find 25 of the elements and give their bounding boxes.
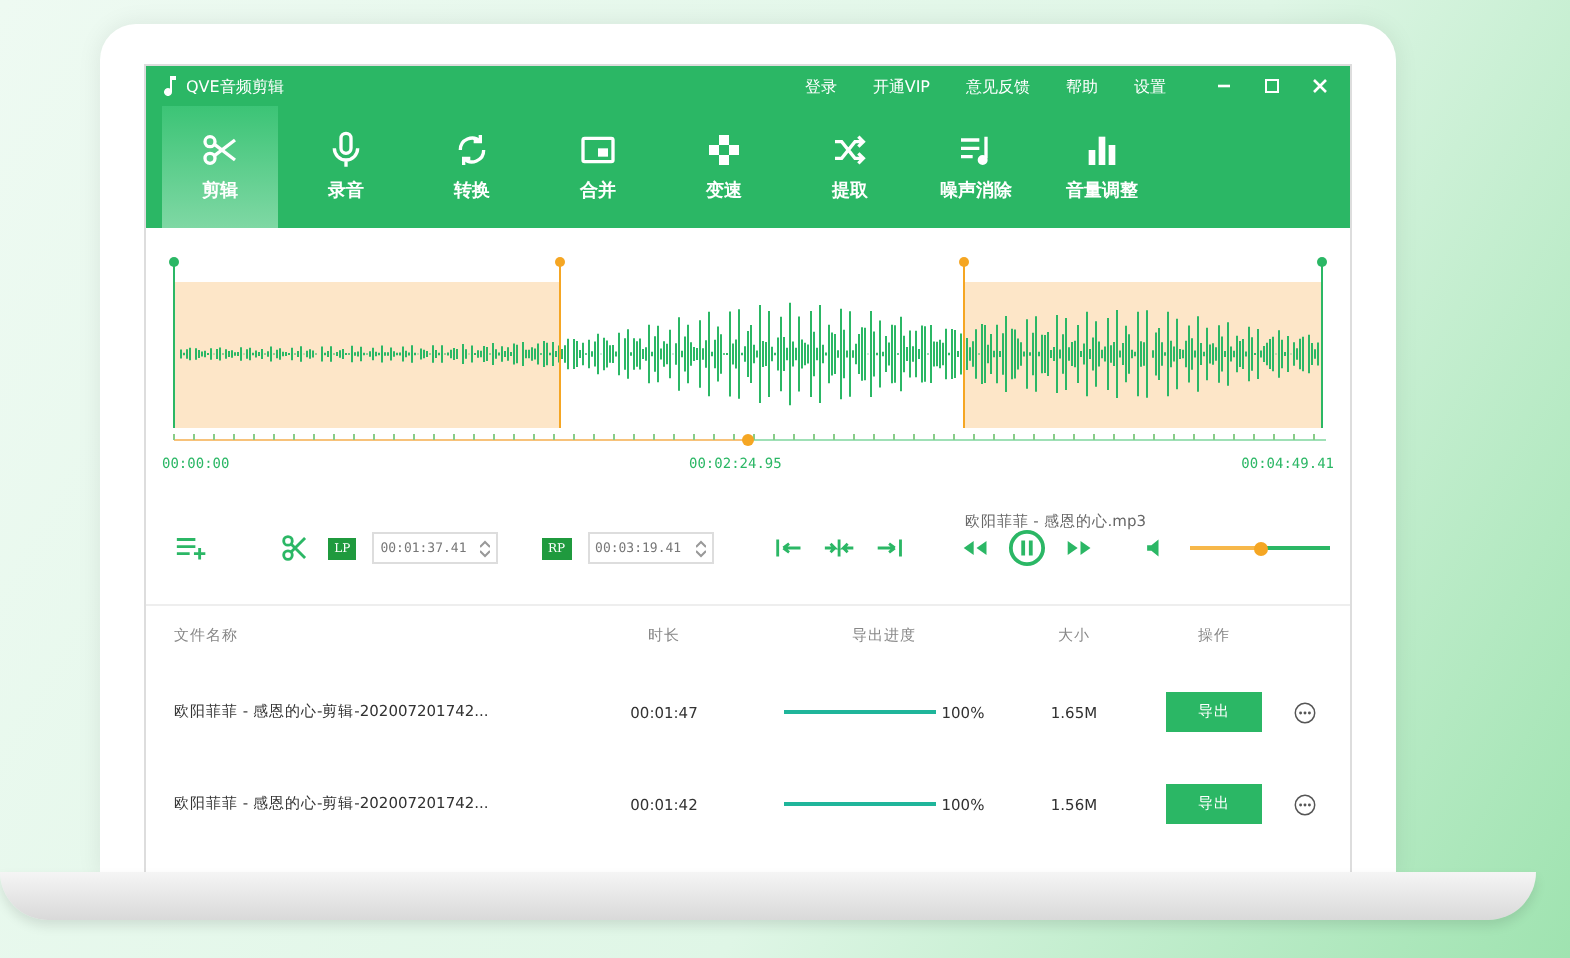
more-icon[interactable] (1294, 793, 1316, 815)
add-to-list-icon[interactable] (174, 534, 209, 562)
toolbar-tab[interactable]: 录音 (288, 106, 404, 228)
toolbar-tab[interactable]: 噪声消除 (918, 106, 1034, 228)
align-right-icon[interactable] (872, 534, 908, 562)
menu-link[interactable]: 登录 (804, 75, 837, 97)
toolbar-tab[interactable]: 剪辑 (162, 106, 278, 228)
spinner-icon[interactable] (695, 539, 706, 557)
toolbar-tab[interactable]: 音量调整 (1044, 106, 1160, 228)
pause-icon[interactable] (1008, 528, 1047, 568)
toolbar-tab[interactable]: 变速 (666, 106, 782, 228)
toolbar-tab[interactable]: 提取 (792, 106, 908, 228)
menu-link[interactable]: 帮助 (1066, 75, 1098, 97)
menu-link[interactable]: 设置 (1134, 75, 1166, 97)
shuffle-icon (830, 130, 870, 170)
toolbar-tab[interactable]: 合并 (540, 106, 656, 228)
more-icon[interactable] (1294, 701, 1316, 723)
menu-link[interactable]: 开通VIP (872, 75, 930, 97)
scissors-icon (200, 130, 240, 170)
spinner-icon[interactable] (480, 539, 491, 557)
music-note-icon (162, 76, 178, 96)
menu-link[interactable]: 意见反馈 (966, 75, 1030, 97)
app-title: QVE音频剪辑 (186, 75, 284, 97)
split-icon[interactable] (822, 534, 857, 562)
toolbar-tab[interactable]: 转换 (414, 106, 530, 228)
